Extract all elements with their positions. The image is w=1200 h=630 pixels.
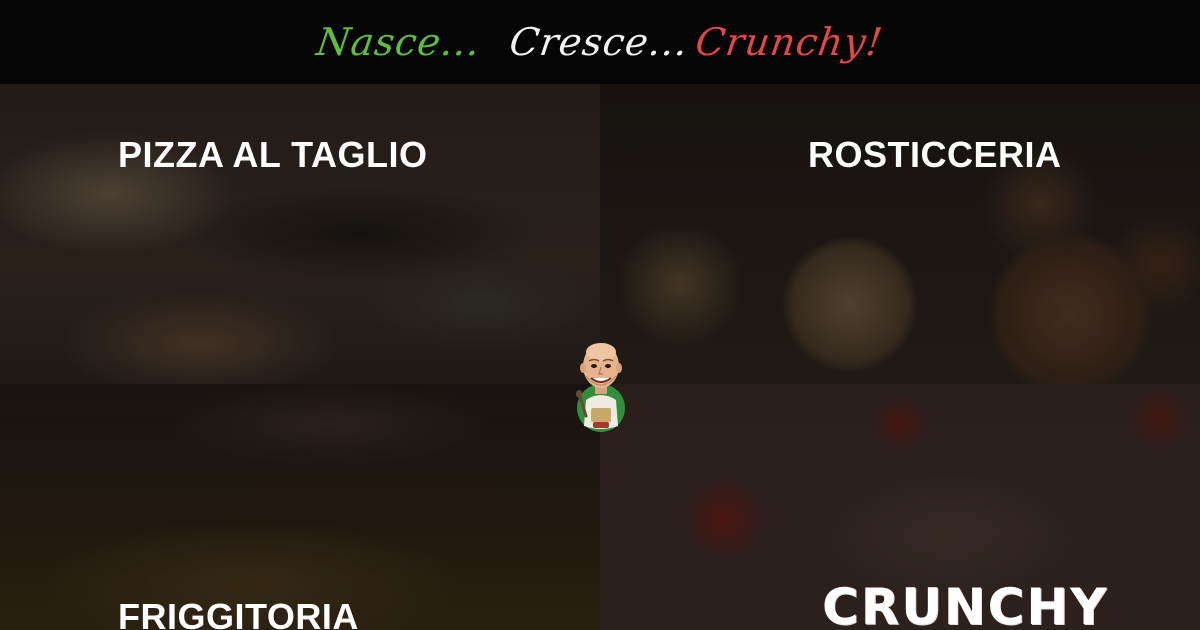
panel-overlay: [0, 84, 600, 384]
chef-mascot-icon: [574, 338, 628, 434]
panel-friggitoria[interactable]: FRIGGITORIA: [0, 384, 600, 630]
panel-label-crunchy: CRUNCHY: [822, 578, 1109, 630]
panel-rosticceria[interactable]: ROSTICCERIA: [600, 84, 1200, 384]
tagline-header: Nasce... Cresce... Crunchy!: [0, 0, 1200, 84]
panel-crunchy[interactable]: CRUNCHY: [600, 384, 1200, 630]
panel-label-rosticceria: ROSTICCERIA: [808, 134, 1062, 175]
panel-label-friggitoria: FRIGGITORIA: [118, 596, 359, 630]
panel-overlay: [600, 84, 1200, 384]
panel-pizza-al-taglio[interactable]: PIZZA AL TAGLIO: [0, 84, 600, 384]
panel-label-pizza-al-taglio: PIZZA AL TAGLIO: [118, 134, 428, 175]
tagline-word-nasce: Nasce...: [313, 20, 484, 64]
tagline-word-cresce: Cresce...: [507, 20, 692, 64]
panel-overlay: [0, 384, 600, 630]
tagline-word-crunchy: Crunchy!: [693, 20, 887, 64]
